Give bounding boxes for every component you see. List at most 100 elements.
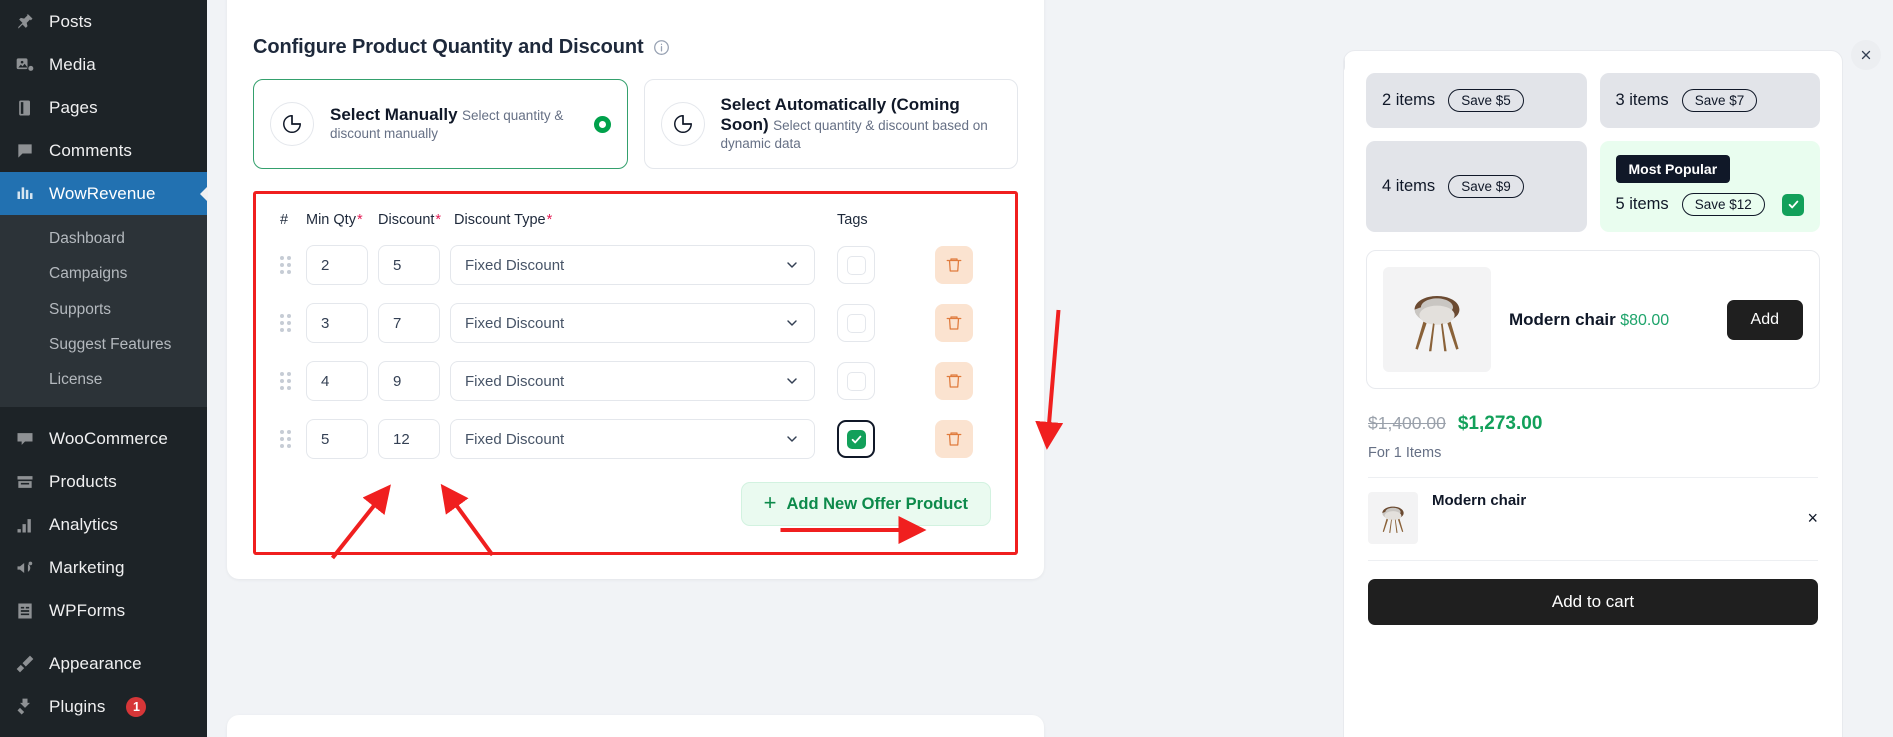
original-price: $1,400.00 — [1368, 413, 1446, 433]
product-thumbnail — [1383, 267, 1491, 372]
tier-save-badge: Save $5 — [1448, 89, 1524, 112]
cart-item-thumbnail — [1368, 492, 1418, 544]
drag-handle-icon[interactable] — [278, 430, 306, 448]
sidebar-item-label: WooCommerce — [49, 429, 168, 449]
tags-cell — [827, 362, 935, 400]
table-row: Fixed Discount — [278, 352, 993, 410]
add-new-offer-product-button[interactable]: + Add New Offer Product — [740, 482, 991, 526]
delete-cell — [935, 304, 993, 342]
tags-cell — [827, 246, 935, 284]
drag-handle-icon[interactable] — [278, 256, 306, 274]
add-to-cart-button[interactable]: Add to cart — [1368, 579, 1818, 625]
tier-option-4-most-popular[interactable]: Most Popular 5 items Save $12 — [1599, 141, 1820, 232]
remove-item-icon[interactable]: × — [1807, 509, 1818, 527]
sidebar-item-label: Products — [49, 472, 117, 492]
chevron-down-icon — [787, 378, 797, 384]
drag-handle-icon[interactable] — [278, 372, 306, 390]
tier-option-2[interactable]: 3 items Save $7 — [1599, 73, 1820, 128]
mode-title: Select Manually — [330, 105, 458, 124]
appearance-icon — [14, 653, 36, 675]
products-icon — [14, 471, 36, 493]
sidebar-item-posts[interactable]: Posts — [0, 0, 207, 43]
min-qty-input[interactable] — [306, 245, 368, 285]
mode-card-manual-text: Select Manually Select quantity & discou… — [330, 105, 578, 143]
discounted-price: $1,273.00 — [1457, 413, 1543, 434]
discount-input[interactable] — [378, 303, 440, 343]
pie-chart-icon — [660, 102, 705, 146]
sidebar-item-woocommerce[interactable]: WooCommerce — [0, 417, 207, 460]
totals-section: $1,400.00 $1,273.00 For 1 Items Modern c… — [1366, 389, 1820, 625]
screen-root: Posts Media Pages Comments WowRevenue Da… — [0, 0, 1893, 737]
sidebar-item-pages[interactable]: Pages — [0, 86, 207, 129]
min-qty-input[interactable] — [306, 419, 368, 459]
sidebar-item-wpforms[interactable]: WPForms — [0, 589, 207, 632]
sidebar-subitem-supports[interactable]: Supports — [0, 292, 207, 327]
discount-type-select[interactable]: Fixed Discount — [450, 361, 815, 401]
discount-input[interactable] — [378, 361, 440, 401]
sidebar-item-appearance[interactable]: Appearance — [0, 642, 207, 685]
discount-type-select[interactable]: Fixed Discount — [450, 245, 815, 285]
discount-type-select[interactable]: Fixed Discount — [450, 303, 815, 343]
sidebar-item-label: Marketing — [49, 558, 125, 578]
sidebar-item-label: Plugins — [49, 697, 106, 717]
offer-product-card: Modern chair $80.00 Add — [1366, 250, 1820, 389]
for-items-label: For 1 Items — [1368, 445, 1818, 478]
delete-row-button[interactable] — [935, 420, 973, 458]
chair-illustration — [1414, 295, 1460, 351]
discount-input[interactable] — [378, 419, 440, 459]
delete-row-button[interactable] — [935, 304, 973, 342]
info-icon[interactable] — [653, 39, 670, 56]
sidebar-item-media[interactable]: Media — [0, 43, 207, 86]
discount-type-select[interactable]: Fixed Discount — [450, 419, 815, 459]
sidebar-item-analytics[interactable]: Analytics — [0, 503, 207, 546]
sidebar-item-label: WowRevenue — [49, 184, 156, 203]
tier-grid: 2 items Save $5 3 items Save $7 4 items … — [1366, 73, 1820, 232]
pin-icon — [14, 11, 36, 33]
tag-checkbox[interactable] — [837, 304, 875, 342]
product-meta: Modern chair $80.00 — [1509, 310, 1709, 330]
chevron-down-icon — [787, 436, 797, 442]
tier-option-3[interactable]: 4 items Save $9 — [1366, 141, 1587, 232]
close-preview-button[interactable] — [1851, 40, 1881, 70]
sidebar-subitem-dashboard[interactable]: Dashboard — [0, 221, 207, 256]
sidebar-subitem-suggest-features[interactable]: Suggest Features — [0, 327, 207, 362]
pages-icon — [14, 97, 36, 119]
delete-row-button[interactable] — [935, 362, 973, 400]
mode-card-automatic[interactable]: Select Automatically (Coming Soon) Selec… — [643, 79, 1018, 169]
sidebar-submenu-wowrevenue: Dashboard Campaigns Supports Suggest Fea… — [0, 215, 207, 408]
product-name: Modern chair — [1509, 309, 1616, 329]
sidebar-subitem-campaigns[interactable]: Campaigns — [0, 256, 207, 291]
sidebar-item-wowrevenue[interactable]: WowRevenue — [0, 172, 207, 215]
delete-row-button[interactable] — [935, 246, 973, 284]
sidebar-item-products[interactable]: Products — [0, 460, 207, 503]
add-button-label: Add New Offer Product — [786, 494, 968, 513]
table-row: Fixed Discount — [278, 236, 993, 294]
tag-checkbox-checked[interactable] — [837, 420, 875, 458]
plus-icon: + — [763, 490, 777, 515]
required-mark: * — [546, 212, 553, 228]
tag-checkbox[interactable] — [837, 362, 875, 400]
sidebar-subitem-license[interactable]: License — [0, 362, 207, 397]
col-header-discount: Discount* — [378, 212, 442, 228]
mode-card-automatic-text: Select Automatically (Coming Soon) Selec… — [721, 95, 1002, 153]
min-qty-input[interactable] — [306, 303, 368, 343]
trash-icon — [946, 316, 962, 330]
sidebar-item-marketing[interactable]: Marketing — [0, 546, 207, 589]
tags-cell — [827, 420, 935, 458]
sidebar-item-comments[interactable]: Comments — [0, 129, 207, 172]
drag-handle-icon[interactable] — [278, 314, 306, 332]
radio-selected-icon[interactable] — [593, 115, 611, 133]
panel-header: Configure Product Quantity and Discount — [253, 36, 1018, 59]
tag-checkbox[interactable] — [837, 246, 875, 284]
tier-label: 4 items — [1382, 177, 1436, 195]
tier-option-1[interactable]: 2 items Save $5 — [1366, 73, 1587, 128]
sidebar-item-plugins[interactable]: Plugins 1 — [0, 685, 207, 728]
mode-card-manual[interactable]: Select Manually Select quantity & discou… — [253, 79, 628, 169]
min-qty-input[interactable] — [306, 361, 368, 401]
pie-chart-icon — [270, 102, 314, 146]
add-product-button[interactable]: Add — [1726, 299, 1803, 340]
view-toggle-mobile[interactable] — [1344, 51, 1345, 73]
discount-input[interactable] — [378, 245, 440, 285]
plugins-icon — [14, 696, 36, 718]
next-panel-stub — [227, 715, 1044, 737]
